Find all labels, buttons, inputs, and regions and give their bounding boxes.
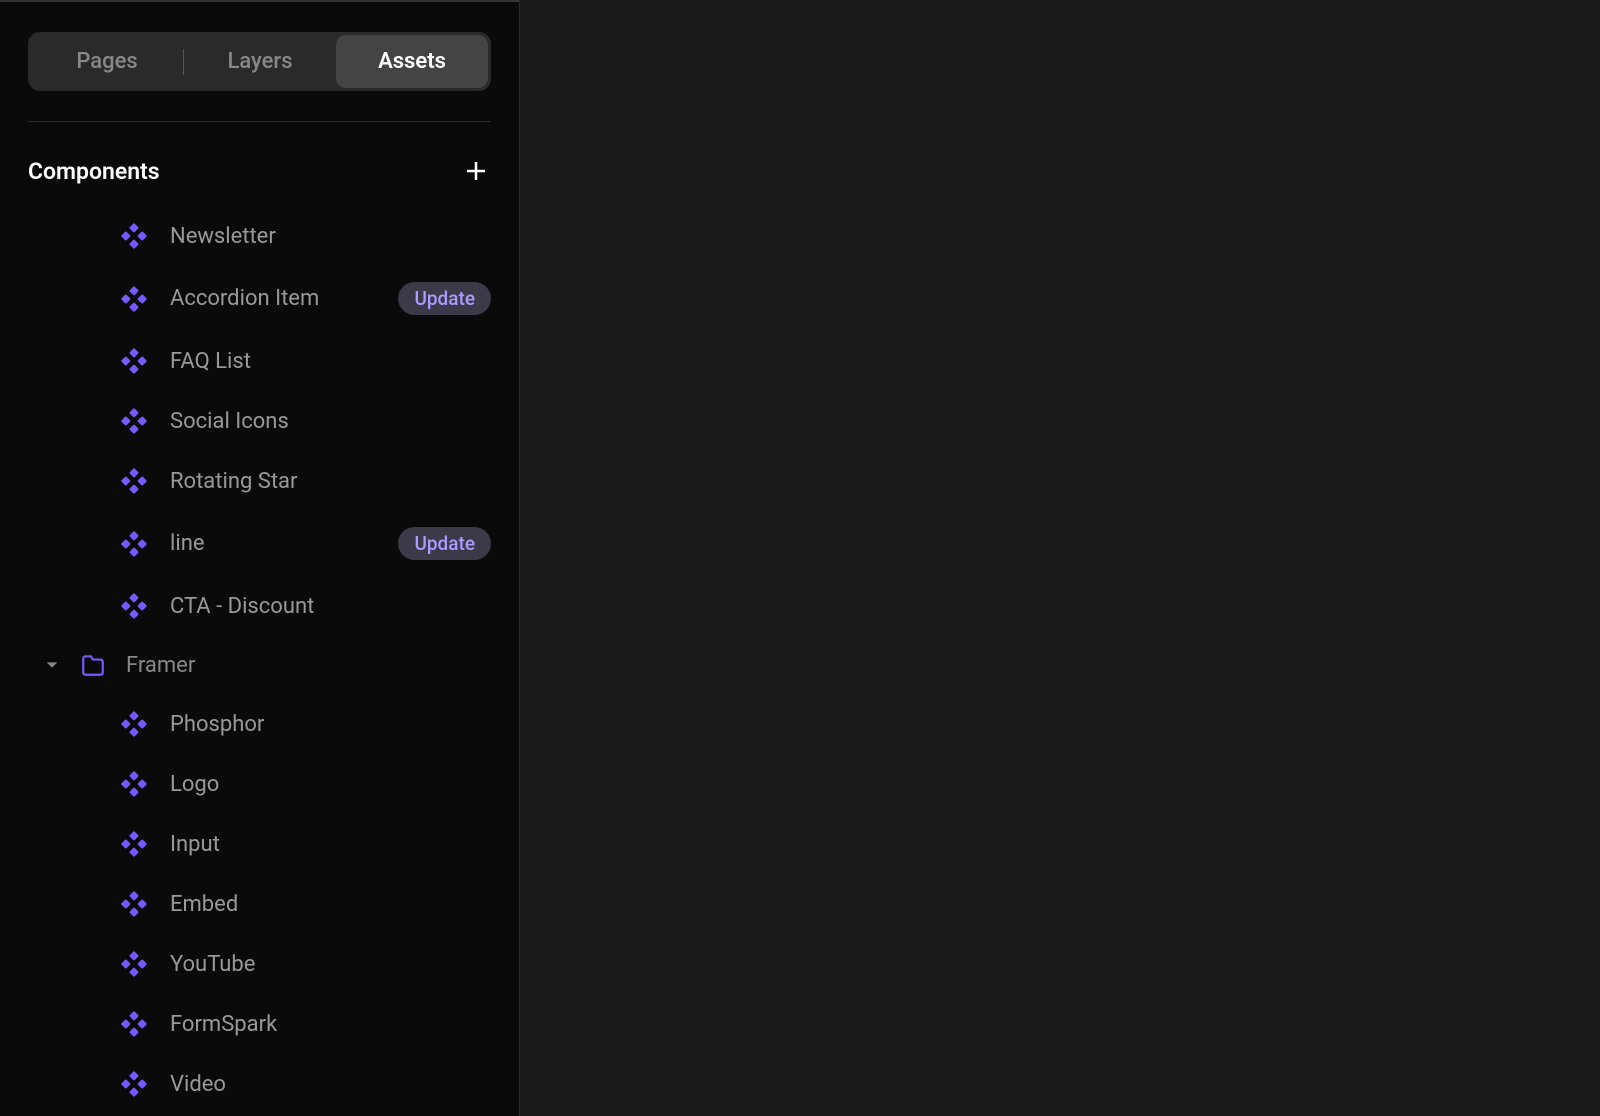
item-label: Video	[170, 1072, 491, 1097]
component-icon	[120, 407, 148, 435]
folder-icon	[80, 652, 106, 678]
add-component-button[interactable]	[461, 156, 491, 186]
item-label: Embed	[170, 892, 491, 917]
component-icon	[120, 830, 148, 858]
list-item[interactable]: FormSpark	[0, 994, 519, 1054]
component-icon	[120, 950, 148, 978]
list-item[interactable]: Logo	[0, 754, 519, 814]
list-item[interactable]: Newsletter	[0, 206, 519, 266]
chevron-down-icon	[44, 657, 60, 673]
item-label: Logo	[170, 772, 491, 797]
tabs: Pages Layers Assets	[28, 32, 491, 91]
update-badge[interactable]: Update	[398, 282, 491, 315]
item-label: CTA - Discount	[170, 594, 491, 619]
list-item[interactable]: YouTube	[0, 934, 519, 994]
item-label: FAQ List	[170, 349, 491, 374]
update-badge[interactable]: Update	[398, 527, 491, 560]
component-icon	[120, 592, 148, 620]
item-label: line	[170, 531, 398, 556]
list-item[interactable]: Accordion Item Update	[0, 266, 519, 331]
component-icon	[120, 1070, 148, 1098]
tab-assets[interactable]: Assets	[336, 35, 488, 88]
component-icon	[120, 710, 148, 738]
component-icon	[120, 222, 148, 250]
section-title: Components	[28, 158, 160, 185]
list-item[interactable]: FAQ List	[0, 331, 519, 391]
item-label: FormSpark	[170, 1012, 491, 1037]
component-icon	[120, 347, 148, 375]
item-label: Input	[170, 832, 491, 857]
plus-icon	[465, 160, 487, 182]
item-label: Rotating Star	[170, 469, 491, 494]
list-item[interactable]: line Update	[0, 511, 519, 576]
item-label: Social Icons	[170, 409, 491, 434]
component-icon	[120, 890, 148, 918]
item-label: YouTube	[170, 952, 491, 977]
canvas[interactable]	[520, 0, 1600, 1116]
sidebar: Pages Layers Assets Components Newslette…	[0, 0, 520, 1116]
component-icon	[120, 285, 148, 313]
component-icon	[120, 770, 148, 798]
item-label: Accordion Item	[170, 286, 398, 311]
component-icon	[120, 530, 148, 558]
component-icon	[120, 1010, 148, 1038]
item-label: Newsletter	[170, 224, 491, 249]
component-list: Newsletter Accordion Item Update FAQ Lis…	[0, 206, 519, 1114]
folder-label: Framer	[126, 653, 195, 678]
folder-item[interactable]: Framer	[0, 636, 519, 694]
list-item[interactable]: Rotating Star	[0, 451, 519, 511]
list-item[interactable]: Input	[0, 814, 519, 874]
list-item[interactable]: Phosphor	[0, 694, 519, 754]
list-item[interactable]: Video	[0, 1054, 519, 1114]
list-item[interactable]: Social Icons	[0, 391, 519, 451]
item-label: Phosphor	[170, 712, 491, 737]
tab-layers[interactable]: Layers	[184, 35, 336, 88]
tab-pages[interactable]: Pages	[31, 35, 183, 88]
list-item[interactable]: Embed	[0, 874, 519, 934]
section-header: Components	[0, 122, 519, 206]
component-icon	[120, 467, 148, 495]
list-item[interactable]: CTA - Discount	[0, 576, 519, 636]
sidebar-scrollbar[interactable]	[0, 0, 519, 2]
